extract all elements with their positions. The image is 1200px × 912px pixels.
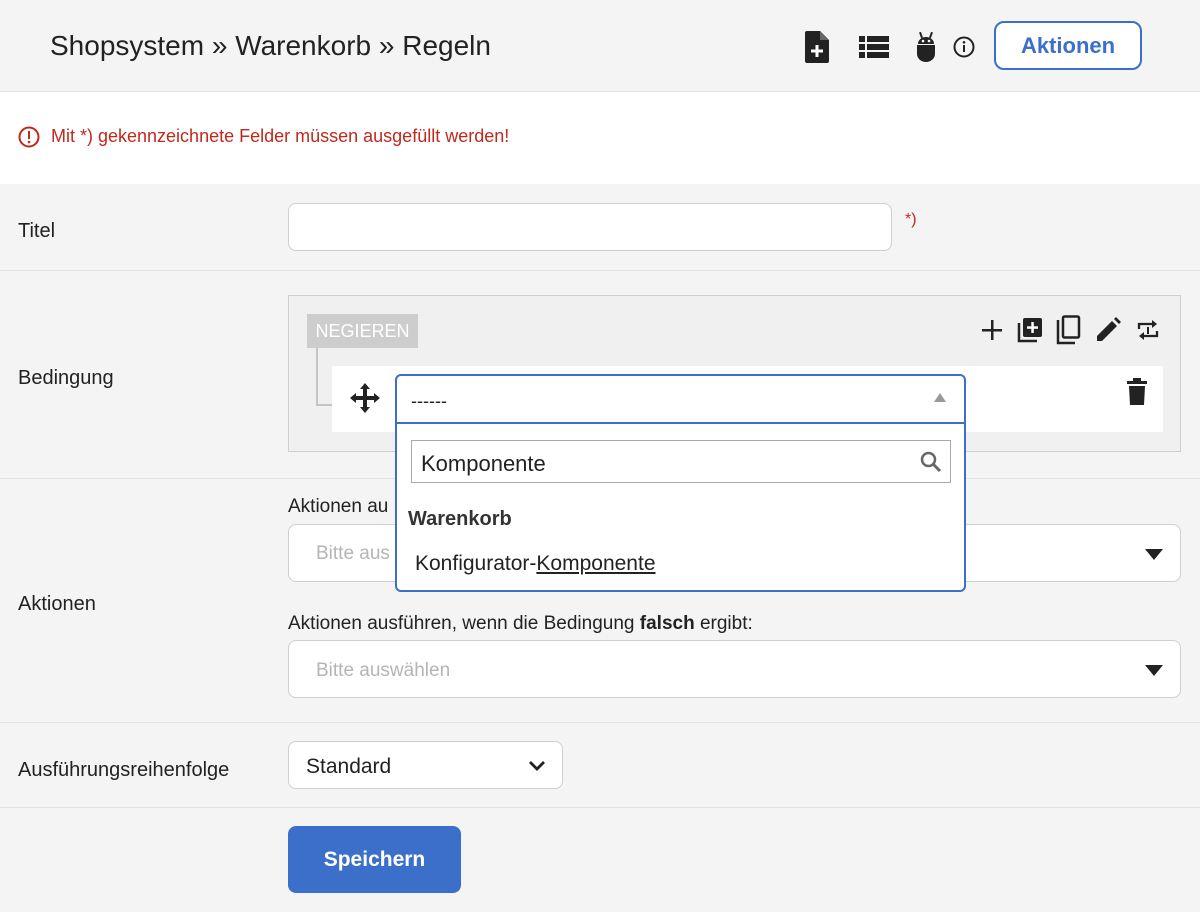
tree-connector <box>316 348 318 406</box>
order-select[interactable]: Standard <box>288 741 563 789</box>
breadcrumb: Shopsystem » Warenkorb » Regeln <box>50 30 491 61</box>
list-icon[interactable] <box>858 30 890 64</box>
actions-label: Aktionen <box>18 593 96 615</box>
caret-down-icon <box>1145 665 1163 676</box>
condition-select-dropdown[interactable]: ------ Komponente Warenkorb Konfigurator… <box>395 374 966 592</box>
select-placeholder: Bitte auswählen <box>316 660 451 681</box>
condition-search-input[interactable]: Komponente <box>411 440 951 483</box>
copy-icon[interactable] <box>1054 314 1084 346</box>
condition-select[interactable]: ------ <box>397 376 964 424</box>
select-placeholder: Bitte aus <box>316 543 390 564</box>
chevron-down-icon <box>528 759 546 777</box>
add-icon[interactable] <box>977 314 1007 346</box>
condition-select-value: ------ <box>411 391 447 411</box>
title-label: Titel <box>18 220 56 242</box>
row-divider <box>0 270 1200 271</box>
order-select-value: Standard <box>306 755 392 778</box>
required-marker: *) <box>905 211 917 228</box>
row-divider <box>0 807 1200 808</box>
info-icon[interactable] <box>952 30 976 64</box>
row-divider <box>0 722 1200 723</box>
edit-icon[interactable] <box>1093 314 1123 346</box>
save-button[interactable]: Speichern <box>288 826 461 893</box>
actions-false-select[interactable]: Bitte auswählen <box>288 640 1181 698</box>
option-group-label: Warenkorb <box>408 508 512 530</box>
bug-icon[interactable] <box>914 30 938 64</box>
caret-down-icon <box>1145 549 1163 560</box>
error-icon <box>18 126 40 153</box>
search-icon <box>920 451 942 478</box>
delete-icon[interactable] <box>1126 378 1148 411</box>
new-document-icon[interactable] <box>803 30 831 64</box>
condition-label: Bedingung <box>18 367 114 389</box>
drag-handle-icon[interactable] <box>349 382 381 419</box>
add-group-icon[interactable] <box>1015 314 1045 346</box>
order-label: Ausführungsreihenfolge <box>18 759 230 781</box>
repeat-icon[interactable] <box>1133 314 1163 346</box>
negate-toggle[interactable]: NEGIEREN <box>307 314 418 348</box>
title-input[interactable] <box>288 203 892 251</box>
alert-message: Mit *) gekennzeichnete Felder müssen aus… <box>51 126 510 146</box>
actions-true-label: Aktionen au <box>288 496 389 517</box>
actions-button[interactable]: Aktionen <box>994 21 1142 70</box>
caret-up-icon <box>934 393 946 402</box>
search-value: Komponente <box>421 451 546 476</box>
actions-false-label: Aktionen ausführen, wenn die Bedingung f… <box>288 613 753 634</box>
dropdown-option[interactable]: Konfigurator-Komponente <box>397 546 964 586</box>
